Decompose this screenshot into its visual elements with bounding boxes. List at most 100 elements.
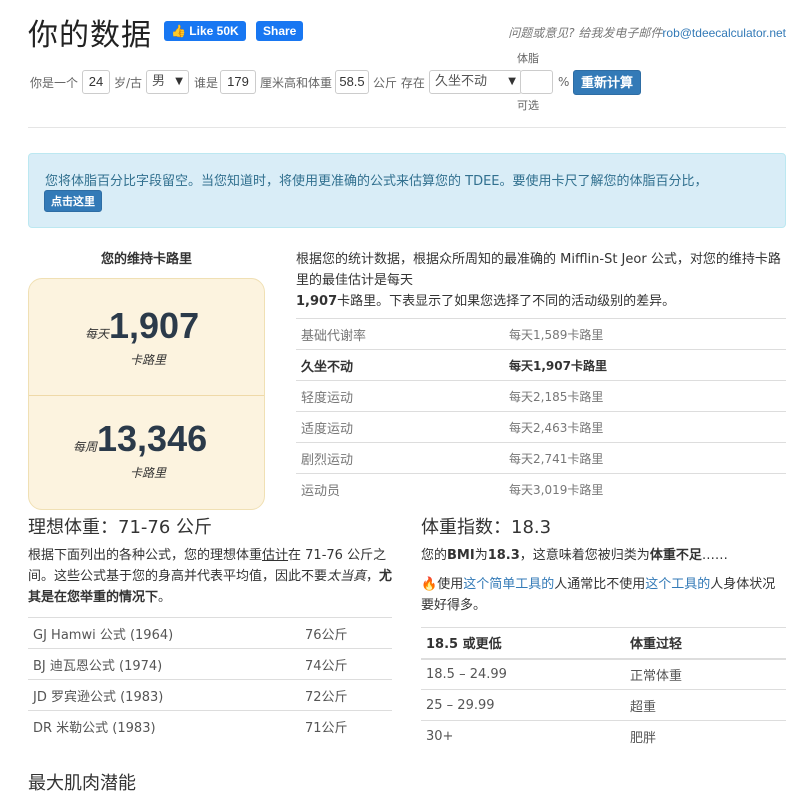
formula-value: 74公斤 xyxy=(305,658,348,674)
divider xyxy=(28,127,786,128)
bmi-tool-text: 使用 xyxy=(437,577,464,592)
feedback-email-link[interactable]: rob@tdeecalculator.net xyxy=(662,26,786,40)
bmi-range-header: 18.5 或更低 xyxy=(421,627,625,660)
bodyfat-input[interactable] xyxy=(520,70,553,94)
fire-icon: 🔥 xyxy=(421,577,438,592)
who-is-label: 谁是 xyxy=(194,76,219,90)
activity-table: 基础代谢率 每天1,589卡路里 久坐不动 每天1,907卡路里 轻度运动 每天2,1… xyxy=(296,318,786,505)
table-header-row: 18.5 或更低 体重过轻 xyxy=(421,627,786,660)
table-row: 轻度运动 每天2,185卡路里 xyxy=(296,380,786,412)
bodyfat-label: 体脂 xyxy=(517,52,539,65)
bmi-desc-is: 为 xyxy=(474,548,488,563)
weekly-calories: 13,346 xyxy=(97,418,208,459)
activity-select[interactable]: 久坐不动 ▼ xyxy=(429,70,522,94)
activity-value: 每天2,741卡路里 xyxy=(509,451,604,466)
chevron-down-icon: ▼ xyxy=(175,76,183,87)
thumbs-up-icon: 👍 xyxy=(171,24,186,38)
ideal-desc-end: 。 xyxy=(158,590,172,605)
ideal-weight-table: GJ Hamwi 公式 (1964) 76公斤 BJ 迪瓦恩公式 (1974) 74… xyxy=(28,617,392,742)
ideal-desc-italic: 太当真 xyxy=(327,569,367,584)
formula-name: JD 罗宾逊公式 (1983) xyxy=(33,689,164,705)
activity-value: 每天3,019卡路里 xyxy=(509,482,604,497)
facebook-share-button[interactable]: Share xyxy=(256,21,304,41)
bodyfat-optional-label: 可选 xyxy=(517,99,539,112)
height-input[interactable]: 179 xyxy=(220,70,256,94)
intro-text-2: 卡路里。下表显示了如果您选择了不同的活动级别的差异。 xyxy=(337,294,676,309)
daily-block: 每天1,907 xyxy=(85,305,199,347)
table-row: JD 罗宾逊公式 (1983) 72公斤 xyxy=(28,679,392,711)
intro-calories: 1,907 xyxy=(296,294,338,309)
activity-label: 运动员 xyxy=(301,483,341,499)
height-unit-label: 厘米高和体重 xyxy=(260,76,333,90)
table-row: 25 – 29.99 超重 xyxy=(421,689,786,721)
table-row-selected: 久坐不动 每天1,907卡路里 xyxy=(296,349,786,381)
table-row: 运动员 每天3,019卡路里 xyxy=(296,473,786,505)
formula-name: DR 米勒公式 (1983) xyxy=(33,720,156,736)
bmi-table: 18.5 或更低 体重过轻 18.5 – 24.99 正常体重 25 – 29.99… xyxy=(421,627,786,752)
table-row: 剧烈运动 每天2,741卡路里 xyxy=(296,442,786,474)
activity-value: 每天1,907卡路里 xyxy=(509,358,607,373)
bmi-desc-text-2: ，这意味着您被归类为 xyxy=(519,548,650,563)
bmi-desc-text: 您的 xyxy=(421,548,448,563)
bmi-tool-text-2: 人通常比不使用 xyxy=(554,577,646,592)
table-row: 基础代谢率 每天1,589卡路里 xyxy=(296,318,786,350)
formula-value: 71公斤 xyxy=(305,720,348,736)
ideal-weight-heading: 理想体重：71-76 公斤 xyxy=(28,517,213,538)
facebook-like-label: Like 50K xyxy=(189,24,239,38)
bmi-range: 30+ xyxy=(426,728,454,744)
daily-prefix: 每天 xyxy=(85,327,110,341)
maintenance-divider xyxy=(29,395,264,396)
max-muscle-heading: 最大肌肉潜能 xyxy=(28,773,136,791)
table-row: GJ Hamwi 公式 (1964) 76公斤 xyxy=(28,617,392,649)
weight-input[interactable]: 58.5 xyxy=(335,70,369,94)
table-row: DR 米勒公式 (1983) 71公斤 xyxy=(28,710,392,742)
bmi-desc-value: 18.3 xyxy=(487,548,520,563)
activity-label: 剧烈运动 xyxy=(301,452,354,468)
activity-label: 基础代谢率 xyxy=(301,328,367,344)
simple-tool-link[interactable]: 这个简单工具的 xyxy=(463,577,554,592)
recalculate-button[interactable]: 重新计算 xyxy=(573,70,642,95)
daily-calories: 1,907 xyxy=(109,305,200,346)
alert-text: 您将体脂百分比字段留空。当您知道时，将使用更准确的公式来估算您的 TDEE。要使… xyxy=(45,174,708,189)
bmi-class: 超重 xyxy=(630,699,657,715)
table-row: 18.5 – 24.99 正常体重 xyxy=(421,658,786,690)
feedback-line: 问题或意见? 给我发电子邮件rob@tdeecalculator.net xyxy=(508,24,786,41)
bmi-range: 18.5 – 24.99 xyxy=(426,666,507,682)
activity-label: 轻度运动 xyxy=(301,390,354,406)
activity-selected: 久坐不动 xyxy=(435,74,488,89)
activity-value: 每天2,463卡路里 xyxy=(509,420,604,435)
you-are-label: 你是一个 xyxy=(30,76,79,90)
bmi-tool-line: 🔥使用这个简单工具的人通常比不使用这个工具的人身体状况要好得多。 xyxy=(421,574,786,616)
intro-text: 根据您的统计数据，根据众所周知的最准确的 Mifflin-St Jeor 公式，… xyxy=(296,252,781,288)
bmi-heading: 体重指数：18.3 xyxy=(421,517,552,538)
click-here-button[interactable]: 点击这里 xyxy=(44,190,102,212)
gender-selected: 男 xyxy=(152,74,166,89)
percent-label: % xyxy=(558,75,570,89)
maintenance-box: 每天1,907 卡路里 每周13,346 卡路里 xyxy=(28,278,265,510)
bodyfat-alert: 您将体脂百分比字段留空。当您知道时，将使用更准确的公式来估算您的 TDEE。要使… xyxy=(28,153,786,228)
bmi-desc-class: 体重不足 xyxy=(649,548,702,563)
bmi-desc-bmi: BMI xyxy=(447,548,475,563)
weekly-unit: 卡路里 xyxy=(130,466,167,480)
facebook-like-button[interactable]: 👍 Like 50K xyxy=(164,21,246,41)
ideal-desc-text: 根据下面列出的各种公式，您的理想体重 xyxy=(28,548,263,563)
gender-select[interactable]: 男 ▼ xyxy=(146,70,189,94)
ideal-desc-underline: 估计 xyxy=(262,548,289,563)
maintenance-intro: 根据您的统计数据，根据众所周知的最准确的 Mifflin-St Jeor 公式，… xyxy=(296,249,786,312)
activity-value: 每天1,589卡路里 xyxy=(509,327,604,342)
age-suffix-label: 岁/古 xyxy=(114,76,143,90)
ideal-desc-comma: ， xyxy=(366,569,380,584)
formula-value: 76公斤 xyxy=(305,627,348,643)
activity-label: 久坐不动 xyxy=(301,359,354,375)
bmi-description: 您的BMI为18.3，这意味着您被归类为体重不足…… 🔥使用这个简单工具的人通常… xyxy=(421,545,786,616)
tool-link[interactable]: 这个工具的 xyxy=(645,577,710,592)
table-row: 适度运动 每天2,463卡路里 xyxy=(296,411,786,443)
weekly-block: 每周13,346 xyxy=(73,418,207,460)
weight-unit-label: 公斤 存在 xyxy=(373,76,425,90)
page-title: 你的数据 xyxy=(28,18,152,53)
bmi-range: 25 – 29.99 xyxy=(426,697,495,713)
maintenance-heading: 您的维持卡路里 xyxy=(100,252,192,267)
age-input[interactable]: 24 xyxy=(82,70,110,94)
feedback-text: 问题或意见? 给我发电子邮件 xyxy=(508,26,663,40)
table-row: 30+ 肥胖 xyxy=(421,720,786,752)
